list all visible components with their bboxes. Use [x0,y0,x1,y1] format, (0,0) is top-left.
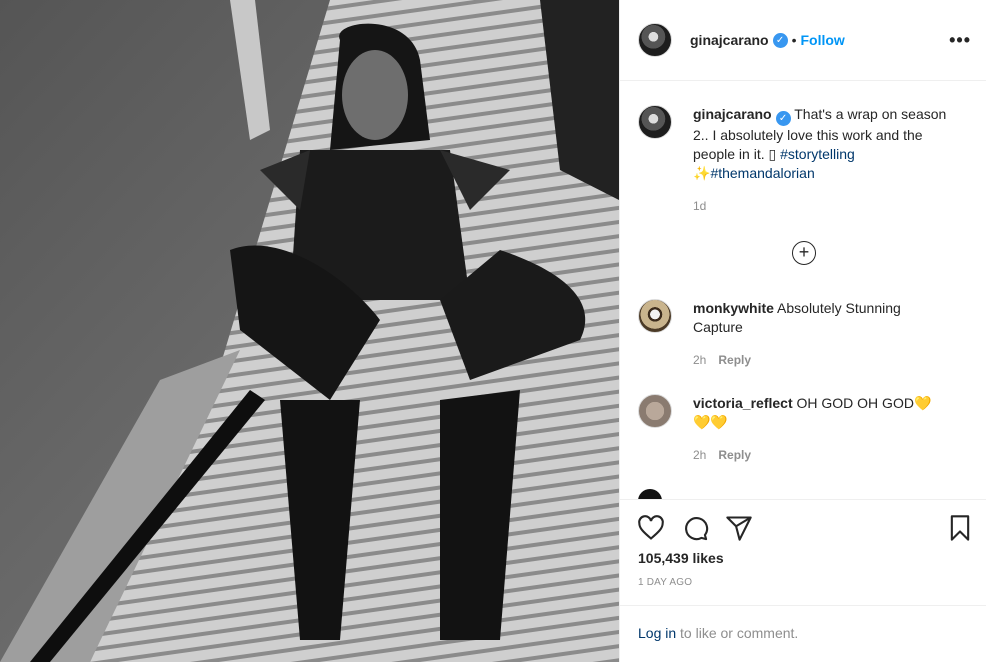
caption-box-glyph: ▯ [768,146,777,162]
caption-avatar[interactable] [638,105,672,139]
more-options-icon[interactable]: ••• [949,30,971,51]
caption-body: ginajcarano ✓ That's a wrap on season 2..… [693,105,953,183]
reply-button[interactable]: Reply [718,353,751,367]
follow-button[interactable]: Follow [801,32,845,48]
likes-count[interactable]: 105,439 likes [638,550,724,566]
caption-time: 1d [693,199,706,213]
post-side-panel: ginajcarano ✓ • Follow ••• ginajcarano ✓ … [619,0,986,662]
verified-badge-icon: ✓ [772,32,788,48]
heart-icon[interactable] [637,514,665,542]
yellow-heart-emoji: 💛 [913,395,932,411]
comment-icon[interactable] [681,514,709,542]
instagram-post: ginajcarano ✓ • Follow ••• ginajcarano ✓ … [0,0,986,662]
yellow-heart-emoji: 💛💛 [693,414,728,430]
post-actions: 105,439 likes 1 DAY AGO [620,499,986,605]
hashtag-storytelling[interactable]: #storytelling [780,146,855,162]
comment-meta: 2h Reply [693,448,751,462]
login-prompt: Log in to like or comment. [620,605,986,662]
next-commenter-avatar [638,489,662,499]
login-link[interactable]: Log in [638,625,676,641]
author-avatar[interactable] [638,23,672,57]
comment-username[interactable]: monkywhite [693,300,774,316]
caption-time-value[interactable]: 1d [693,199,706,213]
comments-section[interactable]: ginajcarano ✓ That's a wrap on season 2..… [620,81,986,499]
caption-username[interactable]: ginajcarano [693,106,772,122]
hashtag-themandalorian[interactable]: #themandalorian [710,165,814,181]
separator-dot: • [791,32,797,48]
sparkle-emoji: ✨ [693,165,711,181]
share-icon[interactable] [725,514,753,542]
comment-time[interactable]: 2h [693,353,706,367]
author-username[interactable]: ginajcarano [690,32,769,48]
comment-body: monkywhite Absolutely Stunning Capture [693,299,953,337]
commenter-avatar[interactable] [638,299,672,333]
post-photo[interactable] [0,0,619,662]
comment-username[interactable]: victoria_reflect [693,395,793,411]
comment-text: OH GOD OH GOD [796,395,914,411]
bookmark-icon[interactable] [946,514,974,542]
verified-badge-icon: ✓ [775,111,791,126]
commenter-avatar[interactable] [638,394,672,428]
photo-illustration [0,0,619,662]
post-header: ginajcarano ✓ • Follow ••• [620,0,986,81]
reply-button[interactable]: Reply [718,448,751,462]
comment-meta: 2h Reply [693,353,751,367]
post-date: 1 DAY AGO [638,577,693,588]
comment-body: victoria_reflect OH GOD OH GOD💛 💛💛 [693,394,953,432]
login-prompt-text: to like or comment. [676,625,799,641]
load-more-comments-icon[interactable]: + [792,241,816,265]
comment-time[interactable]: 2h [693,448,706,462]
